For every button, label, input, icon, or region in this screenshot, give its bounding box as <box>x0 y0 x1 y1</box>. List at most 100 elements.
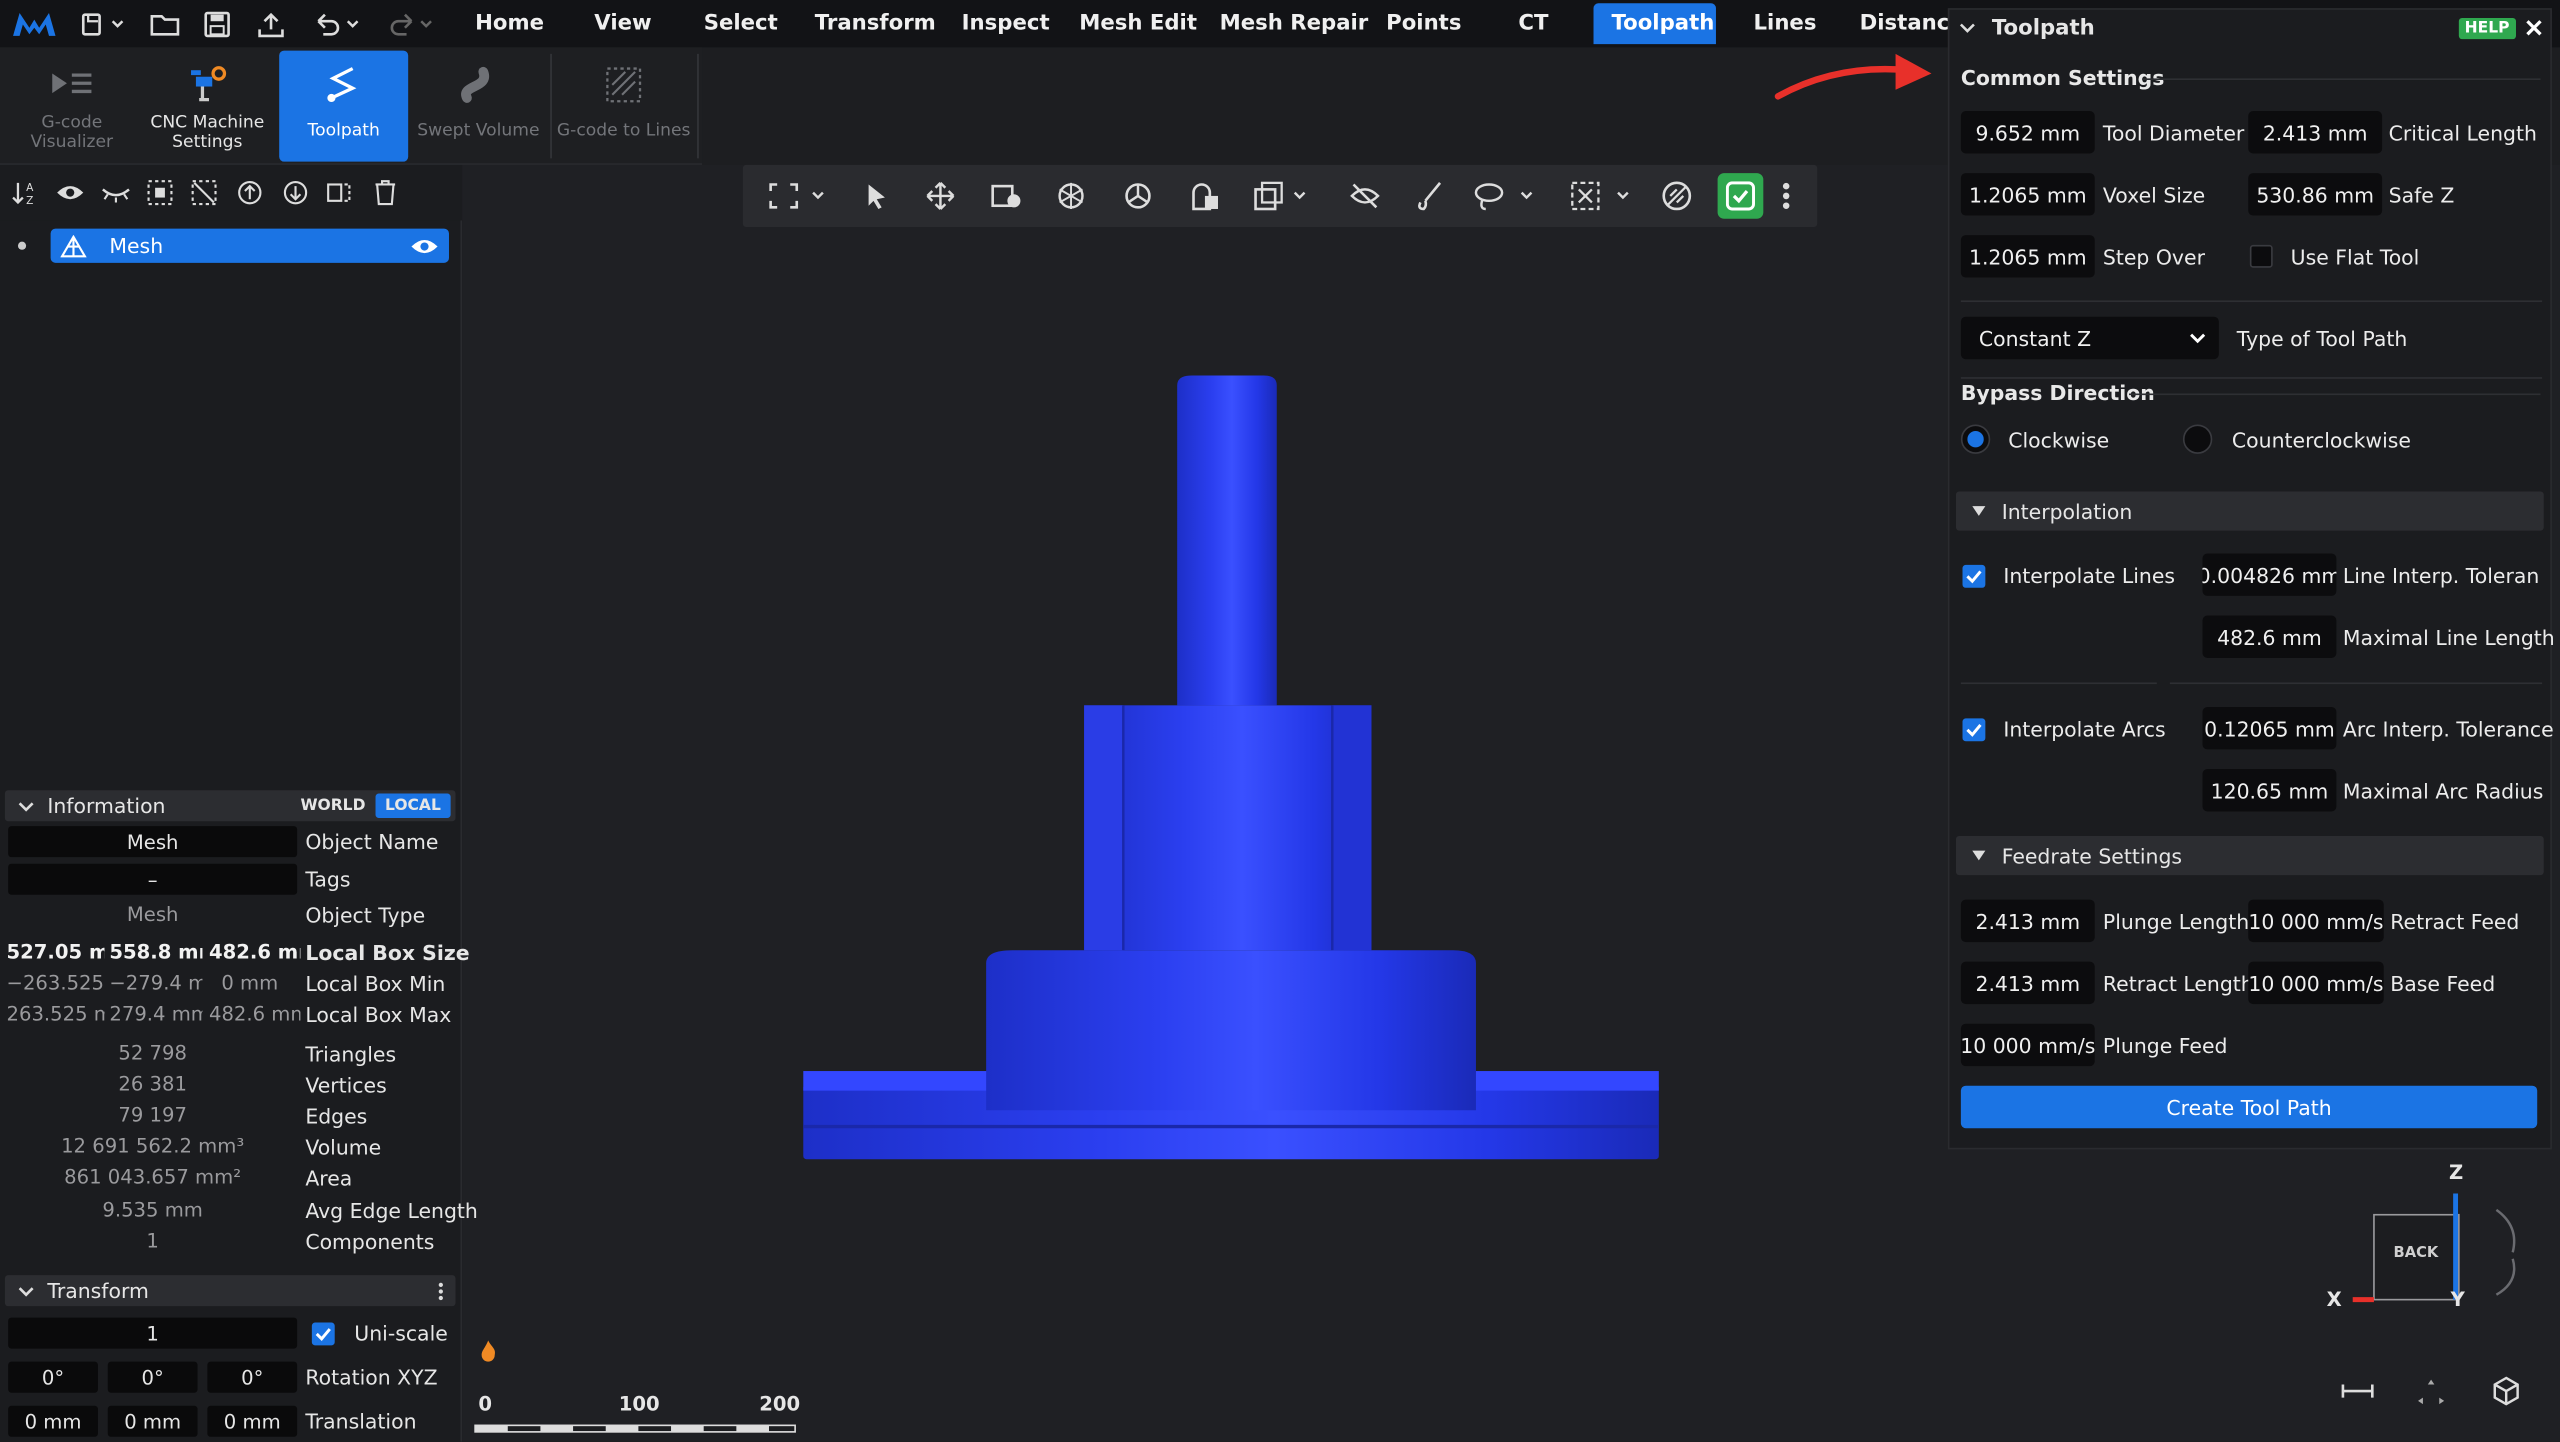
base-feed-input[interactable]: 10 000 mm/s <box>2248 961 2384 1005</box>
voxel-size-input[interactable]: 1.2065 mm <box>1960 173 2095 216</box>
transform-object-icon[interactable] <box>988 180 1024 213</box>
swept-volume-button[interactable]: Swept Volume <box>413 51 544 162</box>
export-icon[interactable] <box>253 7 289 43</box>
interpolate-lines-checkbox[interactable] <box>1962 564 1986 588</box>
tags-field[interactable]: – <box>8 863 298 895</box>
tool-diameter-label: Tool Diameter <box>2102 120 2245 146</box>
view-cube-face-label[interactable]: BACK <box>2394 1246 2439 1262</box>
create-tool-path-button[interactable]: Create Tool Path <box>1960 1085 2538 1129</box>
save-icon[interactable] <box>199 7 235 43</box>
cnc-machine-settings-button[interactable]: CNC Machine Settings <box>140 51 274 162</box>
toolpath-panel: Toolpath HELP Common Settings 9.652 mm T… <box>1947 8 2555 1150</box>
max-line-length-input[interactable]: 482.6 mm <box>2202 615 2337 658</box>
cube-view-icon[interactable] <box>2490 1375 2523 1408</box>
lasso-dropdown-icon[interactable] <box>1471 180 1540 213</box>
tab-points[interactable]: Points <box>1368 0 1479 47</box>
feedrate-section-header[interactable]: Feedrate Settings <box>1955 835 2544 876</box>
tab-mesh-repair[interactable]: Mesh Repair <box>1202 0 1387 47</box>
translation-z-input[interactable]: 0 mm <box>207 1405 298 1437</box>
sort-az-icon[interactable]: AZ <box>10 178 43 207</box>
tab-toolpath[interactable]: Toolpath <box>1593 3 1716 45</box>
select-all-icon[interactable] <box>144 178 177 207</box>
toolpath-button[interactable]: Toolpath <box>279 50 409 162</box>
use-flat-tool-checkbox[interactable] <box>2249 244 2273 268</box>
tab-inspect[interactable]: Inspect <box>944 0 1068 47</box>
tab-transform[interactable]: Transform <box>797 0 954 47</box>
tab-view[interactable]: View <box>576 0 669 47</box>
move-up-icon[interactable] <box>233 178 266 207</box>
arc-tolerance-input[interactable]: 0.12065 mm <box>2202 706 2337 750</box>
rotation-x-input[interactable]: 0° <box>8 1361 98 1393</box>
interpolate-arcs-checkbox[interactable] <box>1962 718 1986 742</box>
translation-x-input[interactable]: 0 mm <box>8 1405 98 1437</box>
rotation-y-input[interactable]: 0° <box>107 1361 198 1393</box>
hide-all-eye-icon[interactable] <box>100 178 133 207</box>
collapse-chevron-icon[interactable] <box>1959 21 1975 34</box>
translation-y-input[interactable]: 0 mm <box>107 1405 198 1437</box>
transform-section-header[interactable]: Transform <box>4 1275 456 1307</box>
fire-icon[interactable] <box>475 1337 501 1363</box>
visibility-eye-icon[interactable] <box>410 236 439 256</box>
counterclockwise-radio[interactable] <box>2182 424 2213 454</box>
gcode-visualizer-button[interactable]: G-code Visualizer <box>7 51 138 162</box>
tab-lines[interactable]: Lines <box>1736 0 1835 47</box>
rotation-z-input[interactable]: 0° <box>207 1361 298 1393</box>
undo-dropdown-icon[interactable] <box>309 7 365 43</box>
tab-ct[interactable]: CT <box>1500 0 1566 47</box>
orbit-icon[interactable] <box>1120 180 1156 213</box>
help-button[interactable]: HELP <box>2458 17 2516 39</box>
open-folder-icon[interactable] <box>147 7 183 43</box>
split-icon[interactable] <box>323 178 356 207</box>
ribbon-separator <box>697 53 699 159</box>
safe-z-input[interactable]: 530.86 mm <box>2248 173 2383 216</box>
disable-icon[interactable] <box>1659 180 1695 213</box>
deselect-icon[interactable] <box>188 178 221 207</box>
tab-select[interactable]: Select <box>686 0 796 47</box>
fit-view-icon[interactable] <box>2415 1376 2448 1405</box>
scale-input[interactable]: 1 <box>8 1317 298 1349</box>
critical-length-input[interactable]: 2.413 mm <box>2248 111 2383 154</box>
plunge-length-input[interactable]: 2.413 mm <box>1960 899 2095 943</box>
retract-length-input[interactable]: 2.413 mm <box>1960 961 2095 1005</box>
app-logo-icon[interactable] <box>10 7 59 43</box>
clone-dropdown-icon[interactable] <box>1252 180 1311 213</box>
object-name-field[interactable]: Mesh <box>8 826 298 858</box>
measure-icon[interactable] <box>2340 1376 2376 1405</box>
local-toggle[interactable]: LOCAL <box>375 793 451 818</box>
interpolation-section-header[interactable]: Interpolation <box>1955 491 2544 531</box>
tool-path-type-select[interactable]: Constant Z <box>1960 316 2219 360</box>
confirm-check-icon[interactable] <box>1717 173 1764 219</box>
world-toggle[interactable]: WORLD <box>291 793 376 817</box>
close-icon[interactable] <box>2526 20 2542 36</box>
hide-icon[interactable] <box>1347 180 1383 213</box>
scene-tree-item-mesh[interactable]: Mesh <box>50 228 449 263</box>
select-cursor-icon[interactable] <box>860 180 893 213</box>
move-down-icon[interactable] <box>279 178 312 207</box>
redo-dropdown-icon[interactable] <box>382 7 438 43</box>
show-all-eye-icon[interactable] <box>54 178 87 207</box>
more-options-icon[interactable] <box>438 1281 445 1301</box>
brush-icon[interactable] <box>1412 180 1448 213</box>
rotate-axes-icon[interactable] <box>1053 180 1089 213</box>
retract-feed-input[interactable]: 10 000 mm/s <box>2248 899 2384 943</box>
new-file-dropdown-icon[interactable] <box>77 7 129 43</box>
move-icon[interactable] <box>922 180 958 213</box>
more-options-icon[interactable] <box>1778 180 1794 213</box>
fit-selection-dropdown-icon[interactable] <box>766 180 835 213</box>
step-over-input[interactable]: 1.2065 mm <box>1960 235 2095 278</box>
delete-trash-icon[interactable] <box>369 178 402 207</box>
uniscale-checkbox[interactable] <box>311 1322 335 1346</box>
plunge-feed-input[interactable]: 10 000 mm/s <box>1960 1023 2095 1067</box>
box-select-dropdown-icon[interactable] <box>1567 180 1636 213</box>
tab-distance[interactable]: Distance <box>1842 0 1950 47</box>
tab-home[interactable]: Home <box>457 0 562 47</box>
tool-diameter-input[interactable]: 9.652 mm <box>1960 111 2095 154</box>
gcode-to-lines-button[interactable]: G-code to Lines <box>555 51 692 162</box>
line-tolerance-input[interactable]: 0.004826 mm <box>2202 553 2337 596</box>
view-cube[interactable]: BACK X Y Z <box>2320 1161 2532 1324</box>
information-section-header[interactable]: Information WORLD LOCAL <box>4 790 456 822</box>
max-arc-radius-input[interactable]: 120.65 mm <box>2202 769 2337 812</box>
shapes-icon[interactable] <box>1187 180 1223 213</box>
clockwise-radio[interactable] <box>1960 424 1991 454</box>
tab-mesh-edit[interactable]: Mesh Edit <box>1061 0 1215 47</box>
